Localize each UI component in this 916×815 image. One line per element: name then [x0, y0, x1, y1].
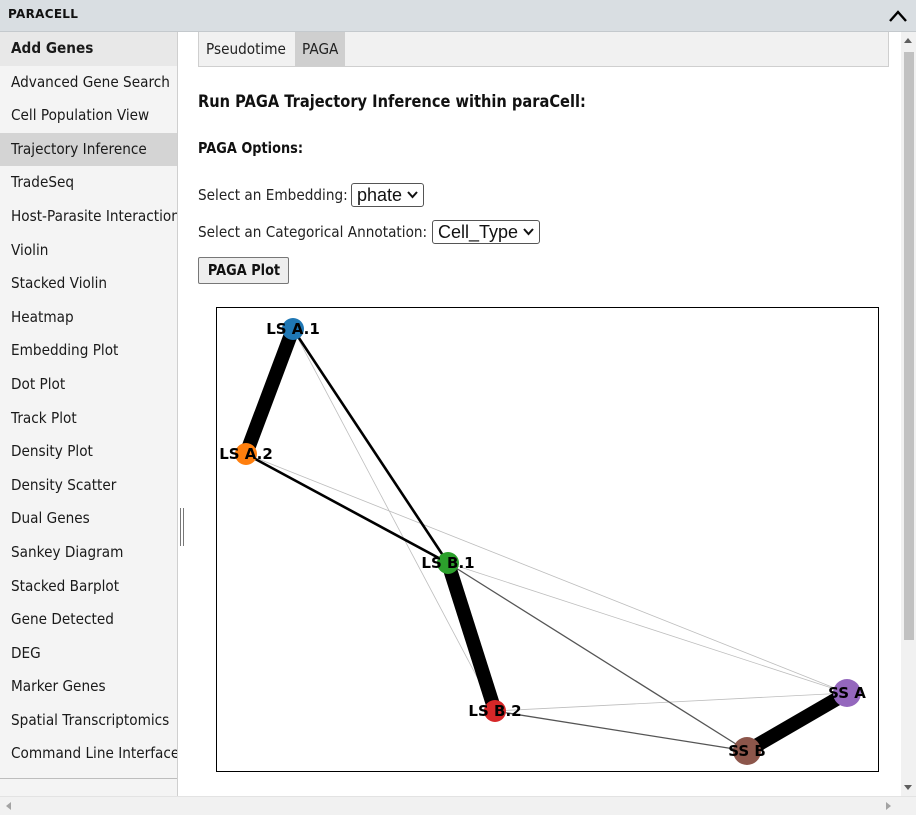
sidebar-item-label: Track Plot [11, 408, 77, 427]
edge-ls-b-1-to-ss-a [447, 562, 848, 694]
sidebar-item-label: Embedding Plot [11, 341, 119, 360]
tab-pseudotime[interactable]: Pseudotime [199, 32, 295, 66]
embedding-row: Select an Embedding: [198, 183, 368, 207]
vertical-scrollbar[interactable] [901, 32, 916, 796]
sidebar-item-command-line-interface[interactable]: Command Line Interface [0, 737, 177, 771]
sidebar-item-label: Heatmap [11, 307, 74, 326]
sidebar-item-density-plot[interactable]: Density Plot [0, 435, 177, 469]
node-label-ls-a-1: LS A.1 [266, 320, 320, 338]
scroll-right-icon[interactable] [886, 802, 891, 810]
sidebar-item-label: Dual Genes [11, 509, 90, 528]
app-titlebar: PARACELL [0, 0, 916, 32]
sidebar-list: Add Genes Advanced Gene Search Cell Popula… [0, 32, 177, 771]
sidebar-item-gene-detected[interactable]: Gene Detected [0, 603, 177, 637]
sidebar-item-label: Trajectory Inference [11, 139, 147, 158]
app-title: PARACELL [8, 7, 79, 21]
sidebar-item-dual-genes[interactable]: Dual Genes [0, 502, 177, 536]
node-label-ss-a: SS A [828, 684, 866, 702]
sidebar-item-label: Density Scatter [11, 475, 117, 494]
options-heading: PAGA Options: [198, 139, 304, 157]
annotation-value: Cell_Type [438, 222, 519, 242]
sidebar-item-stacked-barplot[interactable]: Stacked Barplot [0, 570, 177, 604]
sidebar-item-label: Spatial Transcriptomics [11, 710, 170, 729]
sidebar-item-label: Stacked Violin [11, 274, 108, 293]
sidebar-item-label: Density Plot [11, 442, 93, 461]
chevron-down-icon [523, 228, 534, 236]
edge-ls-a-2-to-ls-b-1 [245, 452, 449, 565]
node-label-ls-b-1: LS B.1 [421, 554, 474, 572]
embedding-value: phate [357, 185, 403, 205]
sidebar-item-label: Cell Population View [11, 106, 150, 125]
annotation-row: Select an Categorical Annotation: [198, 220, 458, 244]
paga-graph-svg: LS A.1 LS A.2 LS B.1 LS B.2 SS A SS B [219, 318, 866, 765]
sidebar-item-advanced-gene-search[interactable]: Advanced Gene Search [0, 66, 177, 100]
horizontal-scrollbar[interactable] [0, 796, 916, 815]
collapse-button[interactable] [886, 4, 910, 28]
embedding-select[interactable]: phate [351, 183, 424, 207]
edge-ls-b-1-to-ls-b-2 [441, 560, 502, 714]
sidebar-item-sankey-diagram[interactable]: Sankey Diagram [0, 536, 177, 570]
node-label-ls-a-2: LS A.2 [219, 445, 273, 463]
sidebar-item-host-parasite-interactions[interactable]: Host-Parasite Interactions [0, 200, 177, 234]
edge-ls-b-2-to-ss-a [494, 692, 848, 712]
scrollbar-thumb[interactable] [904, 52, 914, 640]
sidebar-item-label: Stacked Barplot [11, 576, 120, 595]
sidebar-item-label: Host-Parasite Interactions [11, 206, 177, 225]
page-title: Run PAGA Trajectory Inference within par… [198, 92, 586, 112]
scroll-down-icon[interactable] [904, 785, 912, 790]
tab-bar: Pseudotime PAGA [198, 32, 889, 67]
sidebar-item-deg[interactable]: DEG [0, 637, 177, 671]
annotation-label: Select an Categorical Annotation: [198, 223, 428, 241]
sidebar-item-label: Add Genes [11, 39, 94, 57]
sidebar-item-spatial-transcriptomics[interactable]: Spatial Transcriptomics [0, 704, 177, 738]
edge-ls-a-1-to-ls-a-2 [239, 326, 300, 457]
chevron-down-icon [407, 191, 418, 199]
edge-ls-b-1-to-ss-b [447, 562, 748, 752]
sidebar-item-stacked-violin[interactable]: Stacked Violin [0, 267, 177, 301]
sidebar-item-trajectory-inference[interactable]: Trajectory Inference [0, 132, 177, 167]
sidebar-item-cell-population-view[interactable]: Cell Population View [0, 99, 177, 133]
sidebar: Add Genes Advanced Gene Search Cell Popula… [0, 32, 178, 796]
sidebar-item-label: Command Line Interface [11, 744, 177, 763]
edge-ls-a-1-to-ls-b-1 [291, 328, 450, 564]
sidebar-item-label: TradeSeq [11, 173, 75, 192]
sidebar-item-label: Gene Detected [11, 610, 114, 629]
sidebar-item-add-genes[interactable]: Add Genes [0, 32, 177, 66]
sidebar-item-label: Marker Genes [11, 677, 106, 696]
scroll-left-icon[interactable] [6, 802, 11, 810]
chevron-up-icon [889, 10, 907, 22]
edge-ls-a-1-to-ls-b-2 [292, 328, 496, 712]
edge-ls-b-2-to-ss-b [494, 710, 748, 752]
sidebar-item-density-scatter[interactable]: Density Scatter [0, 469, 177, 503]
node-label-ls-b-2: LS B.2 [468, 702, 521, 720]
sidebar-item-embedding-plot[interactable]: Embedding Plot [0, 334, 177, 368]
edge-ls-a-2-to-ss-a [245, 453, 848, 694]
sidebar-item-dot-plot[interactable]: Dot Plot [0, 368, 177, 402]
sidebar-item-label: Sankey Diagram [11, 542, 124, 561]
sidebar-item-label: Violin [11, 240, 49, 259]
sidebar-item-tradeseq[interactable]: TradeSeq [0, 166, 177, 200]
sidebar-item-violin[interactable]: Violin [0, 234, 177, 268]
sidebar-item-track-plot[interactable]: Track Plot [0, 402, 177, 436]
sidebar-item-heatmap[interactable]: Heatmap [0, 301, 177, 335]
sidebar-divider [0, 778, 177, 779]
sidebar-item-label: DEG [11, 643, 41, 662]
sidebar-item-label: Advanced Gene Search [11, 72, 170, 91]
paga-plot-button[interactable]: PAGA Plot [198, 257, 289, 284]
node-label-ss-b: SS B [728, 742, 766, 760]
annotation-select[interactable]: Cell_Type [432, 220, 540, 244]
sidebar-item-marker-genes[interactable]: Marker Genes [0, 670, 177, 704]
tab-paga[interactable]: PAGA [295, 32, 345, 66]
sidebar-item-label: Dot Plot [11, 374, 66, 393]
scroll-up-icon[interactable] [904, 38, 912, 43]
paga-graph-plot: LS A.1 LS A.2 LS B.1 LS B.2 SS A SS B [216, 307, 879, 772]
embedding-label: Select an Embedding: [198, 186, 348, 204]
